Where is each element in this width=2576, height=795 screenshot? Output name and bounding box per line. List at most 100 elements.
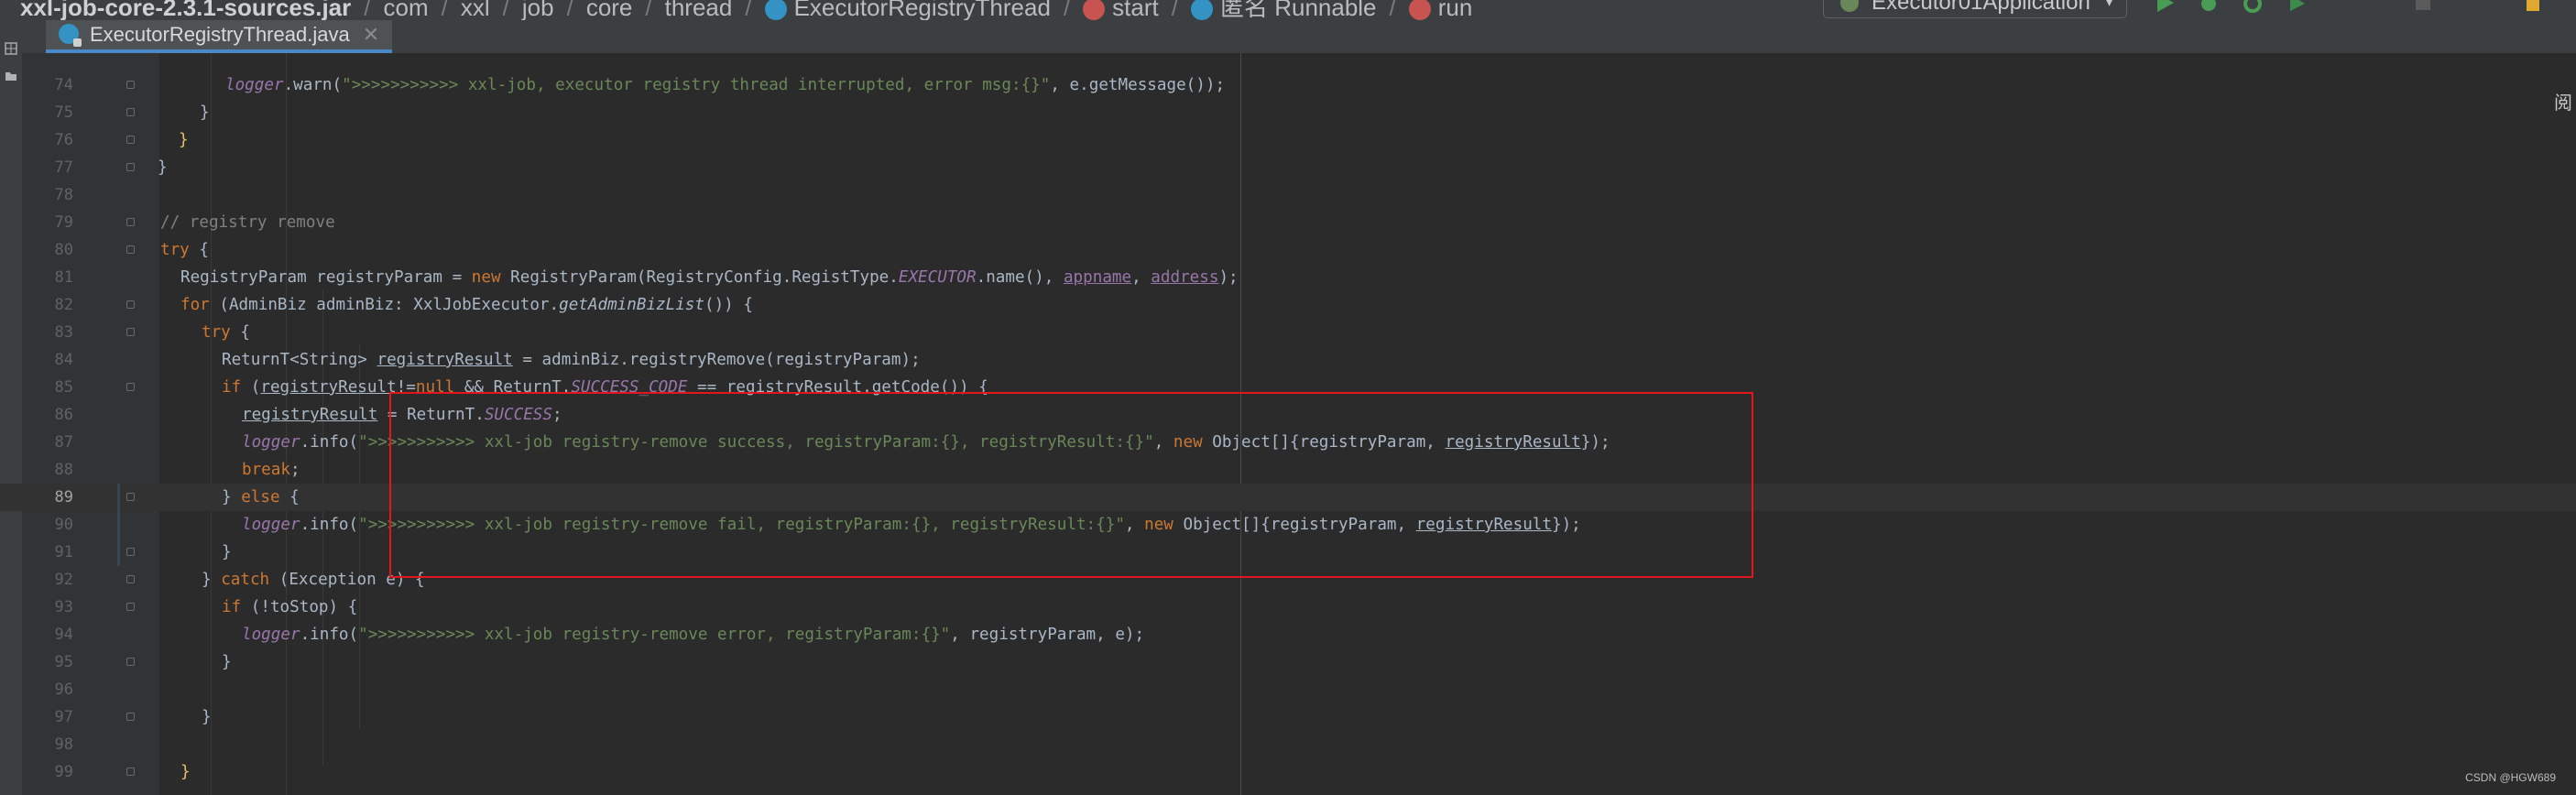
line-number: 98 — [54, 735, 73, 754]
code-line[interactable]: 96 — [0, 676, 2576, 703]
fold-marker-icon[interactable] — [126, 163, 135, 171]
breadcrumb-item[interactable]: job — [522, 0, 554, 20]
breadcrumb-separator: / — [745, 0, 752, 20]
notification-icon[interactable] — [2521, 0, 2545, 15]
code-line[interactable]: 98 — [0, 731, 2576, 758]
stop-icon[interactable] — [2411, 0, 2435, 15]
code-token: } — [200, 103, 210, 122]
fold-marker-icon[interactable] — [126, 658, 135, 666]
breadcrumb-separator: / — [502, 0, 509, 20]
code-line[interactable]: 95} — [0, 648, 2576, 676]
code-line[interactable]: 94 logger.info(">>>>>>>>>>> xxl-job regis… — [0, 621, 2576, 648]
code-line[interactable]: 83 try { — [0, 319, 2576, 346]
fold-marker-icon[interactable] — [126, 493, 135, 501]
breadcrumb-separator: / — [1389, 0, 1396, 20]
code-token: = adminBiz.registryRemove(registryParam)… — [512, 351, 921, 369]
code-token: , e.getMessage()); — [1050, 76, 1226, 94]
code-text: try { — [160, 236, 209, 264]
code-token: logger — [225, 76, 284, 94]
breadcrumb-item[interactable]: ExecutorRegistryThread — [764, 0, 1051, 20]
breadcrumb-separator: / — [364, 0, 371, 20]
code-line[interactable]: 84 ReturnT<String> registryResult = admin… — [0, 346, 2576, 374]
tab-executor-registry-thread[interactable]: ExecutorRegistryThread.java ✕ — [46, 20, 393, 53]
breadcrumb-item[interactable]: core — [586, 0, 633, 20]
profile-icon[interactable] — [2285, 0, 2309, 15]
breadcrumb-item[interactable]: run — [1408, 0, 1473, 20]
breadcrumb-item[interactable]: 匿名 Runnable — [1190, 0, 1377, 20]
code-token: warn( — [293, 76, 343, 94]
run-configuration-selector[interactable]: Executor01Application ▾ — [1823, 0, 2127, 18]
breadcrumb-label: ExecutorRegistryThread — [793, 0, 1051, 20]
code-line[interactable]: 99} — [0, 758, 2576, 786]
code-token: .name(), — [976, 268, 1064, 287]
fold-marker-icon[interactable] — [126, 713, 135, 721]
editor-tab-bar: ExecutorRegistryThread.java ✕ — [22, 20, 2576, 54]
line-number: 77 — [54, 158, 73, 177]
code-token: appname — [1063, 268, 1132, 287]
fold-marker-icon[interactable] — [126, 548, 135, 556]
fold-marker-icon[interactable] — [126, 136, 135, 144]
code-token: EXECUTOR — [898, 268, 977, 287]
fold-marker-icon[interactable] — [126, 575, 135, 583]
code-token: .info( — [300, 516, 359, 534]
breadcrumb-label: com — [383, 0, 429, 20]
chevron-down-icon: ▾ — [2104, 0, 2113, 10]
breadcrumb-item[interactable]: com — [384, 0, 429, 20]
fold-marker-icon[interactable] — [126, 768, 135, 776]
code-line[interactable]: 97} — [0, 703, 2576, 731]
code-token: else — [241, 488, 280, 506]
breadcrumb-item[interactable]: thread — [665, 0, 733, 20]
code-text: } — [158, 154, 168, 181]
line-number: 79 — [54, 213, 73, 232]
breadcrumb-label: run — [1437, 0, 1473, 20]
debug-icon[interactable] — [2197, 0, 2221, 15]
line-number: 75 — [54, 103, 73, 122]
code-line[interactable]: 75} — [0, 99, 2576, 126]
code-token: ; — [289, 461, 300, 479]
code-line[interactable]: 93 if (!toStop) { — [0, 594, 2576, 621]
breadcrumb-item[interactable]: start — [1083, 0, 1159, 20]
code-line[interactable]: 78 — [0, 181, 2576, 209]
fold-marker-icon[interactable] — [126, 383, 135, 391]
fold-marker-icon[interactable] — [126, 108, 135, 116]
code-token: registryResult — [260, 378, 397, 397]
fold-marker-icon[interactable] — [126, 245, 135, 254]
code-token: } — [202, 571, 222, 589]
line-number: 83 — [54, 323, 73, 342]
fold-marker-icon[interactable] — [126, 300, 135, 309]
code-token: logger — [242, 516, 300, 534]
code-line[interactable]: 79 // registry remove — [0, 209, 2576, 236]
reader-mode-label[interactable]: 阅 — [2554, 88, 2572, 114]
code-line[interactable]: 82 for (AdminBiz adminBiz: XxlJobExecutor… — [0, 291, 2576, 319]
fold-marker-icon[interactable] — [126, 328, 135, 336]
code-line[interactable]: 80 try { — [0, 236, 2576, 264]
code-line[interactable]: 74 logger.warn(">>>>>>>>>>> xxl-job, exec… — [0, 71, 2576, 99]
run-icon[interactable] — [2153, 0, 2177, 15]
fold-marker-icon[interactable] — [126, 603, 135, 611]
run-configuration-label: Executor01Application — [1872, 0, 2090, 15]
structure-icon[interactable] — [5, 42, 17, 55]
line-number: 84 — [54, 351, 73, 369]
code-line[interactable]: 76} — [0, 126, 2576, 154]
code-token: } — [179, 131, 189, 149]
code-text: try { — [202, 319, 250, 346]
class-icon — [764, 0, 787, 20]
line-number: 96 — [54, 681, 73, 699]
java-class-icon — [59, 24, 82, 48]
line-number: 78 — [54, 186, 73, 204]
code-text: } — [222, 648, 232, 676]
fold-marker-icon[interactable] — [126, 81, 135, 89]
code-token: try — [160, 241, 190, 259]
line-number: 88 — [54, 461, 73, 479]
code-text: ReturnT<String> registryResult = adminBi… — [222, 346, 921, 374]
coverage-icon[interactable] — [2241, 0, 2265, 15]
code-line[interactable]: 77} — [0, 154, 2576, 181]
breadcrumb-item[interactable]: xxl — [461, 0, 490, 20]
line-number: 89 — [54, 488, 73, 506]
close-icon[interactable]: ✕ — [363, 23, 379, 46]
breadcrumb-item[interactable]: xxl-job-core-2.3.1-sources.jar — [20, 0, 351, 20]
code-line[interactable]: 81 RegistryParam registryParam = new Regi… — [0, 264, 2576, 291]
code-token: ">>>>>>>>>>> xxl-job, executor registry … — [342, 76, 1051, 94]
code-token: } — [180, 763, 191, 781]
fold-marker-icon[interactable] — [126, 218, 135, 226]
